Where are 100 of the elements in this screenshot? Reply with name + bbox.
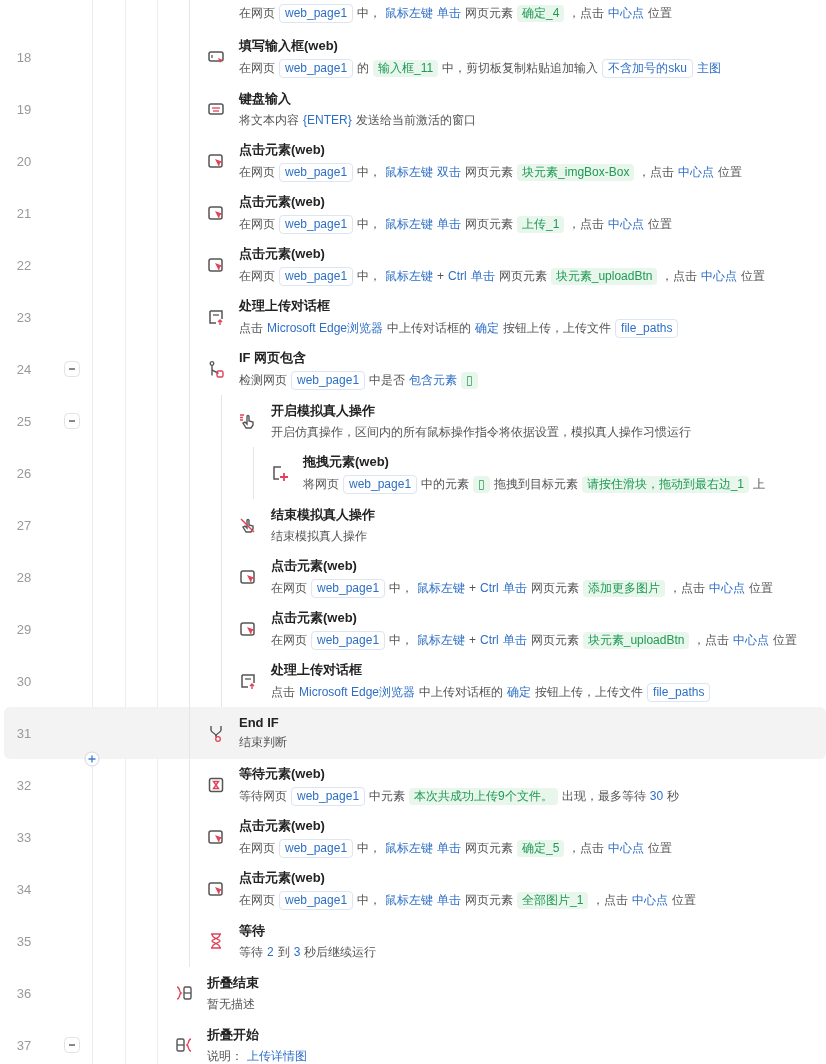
parameter-link[interactable]: 确定 xyxy=(475,319,500,337)
step-row[interactable]: 23 处理上传对话框 点击 Microsoft Edge浏览器 中上传对话框的 确定 按钮上传，上传文件 file_paths xyxy=(4,291,826,343)
parameter-link[interactable]: 鼠标左键 xyxy=(385,215,434,233)
step-row[interactable]: 33 点击元素(web) 在网页 web_page1 中， 鼠标左键 单击 网页元素 确定_5 ，点击 中心点 位置 xyxy=(4,811,826,863)
variable-tag[interactable]: web_page1 xyxy=(311,630,386,650)
step-row[interactable]: 24 IF 网页包含 检测网页 web_page1 中是否 包含元素 ▯ xyxy=(4,343,826,395)
parameter-link[interactable]: 单击 xyxy=(470,267,495,285)
element-tag[interactable]: 添加更多图片 xyxy=(582,579,665,597)
variable-tag[interactable]: web_page1 xyxy=(343,474,418,494)
step-row[interactable]: 31 End IF 结束判断 xyxy=(4,707,826,759)
parameter-link[interactable]: 单击 xyxy=(437,839,462,857)
parameter-link[interactable]: 双击 xyxy=(437,163,462,181)
variable-tag[interactable]: web_page1 xyxy=(311,578,386,598)
step-row[interactable]: 18 填写输入框(web) 在网页 web_page1 的 输入框_11 中，剪切板复制粘贴追加输入 不含加号的sku 主图 xyxy=(4,31,826,83)
step-row[interactable]: 32 等待元素(web) 等待网页 web_page1 中元素 本次共成功上传9个文件。 出现，最多等待 30 秒 xyxy=(4,759,826,811)
branch-icon xyxy=(207,360,225,378)
element-tag[interactable]: ▯ xyxy=(473,475,490,493)
step-row[interactable]: 36 折叠结束 暂无描述 xyxy=(4,967,826,1019)
variable-tag[interactable]: file_paths xyxy=(647,682,711,702)
parameter-link[interactable]: Ctrl xyxy=(480,581,499,595)
add-step-button[interactable] xyxy=(84,751,100,767)
parameter-link[interactable]: 单击 xyxy=(437,891,462,909)
variable-tag[interactable]: web_page1 xyxy=(291,786,366,806)
variable-tag[interactable]: web_page1 xyxy=(279,890,354,910)
step-row[interactable]: 34 点击元素(web) 在网页 web_page1 中， 鼠标左键 单击 网页元素 全部图片_1 ，点击 中心点 位置 xyxy=(4,863,826,915)
parameter-link[interactable]: 30 xyxy=(649,789,664,803)
variable-tag[interactable]: web_page1 xyxy=(279,214,354,234)
variable-tag[interactable]: file_paths xyxy=(615,318,679,338)
parameter-link[interactable]: 中心点 xyxy=(632,891,669,909)
parameter-link[interactable]: Microsoft Edge浏览器 xyxy=(299,683,416,701)
parameter-link[interactable]: 鼠标左键 xyxy=(385,839,434,857)
parameter-link[interactable]: 中心点 xyxy=(608,215,645,233)
parameter-link[interactable]: 中心点 xyxy=(701,267,738,285)
variable-tag[interactable]: web_page1 xyxy=(279,58,354,78)
variable-tag[interactable]: web_page1 xyxy=(291,370,366,390)
parameter-link[interactable]: 中心点 xyxy=(678,163,715,181)
collapse-button[interactable] xyxy=(64,1037,80,1053)
variable-tag[interactable]: 不含加号的sku xyxy=(602,58,693,78)
element-tag[interactable]: 确定_4 xyxy=(517,5,565,22)
description-text: 按钮上传，上传文件 xyxy=(503,319,612,337)
step-row[interactable]: 35 等待 等待 2 到 3 秒后继续运行 xyxy=(4,915,826,967)
parameter-link[interactable]: 单击 xyxy=(437,215,462,233)
parameter-link[interactable]: 中心点 xyxy=(733,631,770,649)
parameter-link[interactable]: 鼠标左键 xyxy=(385,163,434,181)
parameter-link[interactable]: 主图 xyxy=(696,59,721,77)
parameter-link[interactable]: {ENTER} xyxy=(303,113,352,127)
element-tag[interactable]: 块元素_uploadBtn xyxy=(550,267,658,285)
parameter-link[interactable]: Ctrl xyxy=(448,269,467,283)
parameter-link[interactable]: 鼠标左键 xyxy=(417,631,466,649)
step-row[interactable]: 37 折叠开始 说明： 上传详情图 xyxy=(4,1019,826,1064)
step-title: 点击元素(web) xyxy=(239,192,326,211)
element-tag[interactable]: 块元素_uploadBtn xyxy=(582,631,690,649)
parameter-link[interactable]: 包含元素 xyxy=(409,371,458,389)
step-row[interactable]: 19 键盘输入 将文本内容 {ENTER} 发送给当前激活的窗口 xyxy=(4,83,826,135)
step-title: 点击元素(web) xyxy=(271,556,358,575)
description-text: 秒 xyxy=(667,787,680,805)
parameter-link[interactable]: 鼠标左键 xyxy=(417,579,466,597)
parameter-link[interactable]: 中心点 xyxy=(608,5,645,22)
variable-tag[interactable]: web_page1 xyxy=(279,162,354,182)
variable-tag[interactable]: web_page1 xyxy=(279,4,354,23)
step-row[interactable]: 30 处理上传对话框 点击 Microsoft Edge浏览器 中上传对话框的 确定 按钮上传，上传文件 file_paths xyxy=(4,655,826,707)
description-text: 结束判断 xyxy=(239,734,287,751)
step-row[interactable]: 26 拖拽元素(web) 将网页 web_page1 中的元素 ▯ 拖拽到目标元素 请按住滑块，拖动到最右边_1 上 xyxy=(4,447,826,499)
parameter-link[interactable]: 鼠标左键 xyxy=(385,5,434,22)
element-tag[interactable]: 全部图片_1 xyxy=(517,891,589,909)
step-row[interactable]: 25 开启模拟真人操作 开启仿真操作，区间内的所有鼠标操作指令将依据设置，模拟真人操作习惯运行 xyxy=(4,395,826,447)
step-row[interactable]: 22 点击元素(web) 在网页 web_page1 中， 鼠标左键 + Ctrl 单击 网页元素 块元素_uploadBtn ，点击 中心点 位置 xyxy=(4,239,826,291)
step-row[interactable]: 27 结束模拟真人操作 结束模拟真人操作 xyxy=(4,499,826,551)
parameter-link[interactable]: 中心点 xyxy=(708,579,745,597)
parameter-link[interactable]: 鼠标左键 xyxy=(385,267,434,285)
element-tag[interactable]: 本次共成功上传9个文件。 xyxy=(409,787,558,805)
parameter-link[interactable]: 鼠标左键 xyxy=(385,891,434,909)
parameter-link[interactable]: 3 xyxy=(293,945,301,959)
element-tag[interactable]: 确定_5 xyxy=(517,839,565,857)
step-row[interactable]: 20 点击元素(web) 在网页 web_page1 中， 鼠标左键 双击 网页元素 块元素_imgBox-Box ，点击 中心点 位置 xyxy=(4,135,826,187)
collapse-button[interactable] xyxy=(64,361,80,377)
element-tag[interactable]: 输入框_11 xyxy=(373,59,439,77)
description-text: 拖拽到目标元素 xyxy=(493,475,578,493)
step-row[interactable]: 在网页 web_page1 中， 鼠标左键 单击 网页元素 确定_4 ，点击 中心点 位置 xyxy=(4,0,826,31)
parameter-link[interactable]: 上传详情图 xyxy=(247,1047,307,1064)
parameter-link[interactable]: Microsoft Edge浏览器 xyxy=(267,319,384,337)
element-tag[interactable]: 上传_1 xyxy=(517,215,565,233)
variable-tag[interactable]: web_page1 xyxy=(279,838,354,858)
step-row[interactable]: 28 点击元素(web) 在网页 web_page1 中， 鼠标左键 + Ctrl 单击 网页元素 添加更多图片 ，点击 中心点 位置 xyxy=(4,551,826,603)
variable-tag[interactable]: web_page1 xyxy=(279,266,354,286)
element-tag[interactable]: 块元素_imgBox-Box xyxy=(517,163,635,181)
element-tag[interactable]: ▯ xyxy=(461,371,478,389)
parameter-link[interactable]: 单击 xyxy=(437,5,462,22)
element-tag[interactable]: 请按住滑块，拖动到最右边_1 xyxy=(581,475,750,493)
parameter-link[interactable]: 中心点 xyxy=(608,839,645,857)
description-text: 位置 xyxy=(648,5,673,22)
parameter-link[interactable]: 单击 xyxy=(502,631,527,649)
parameter-link[interactable]: Ctrl xyxy=(480,633,499,647)
parameter-link[interactable]: 2 xyxy=(267,945,274,959)
step-row[interactable]: 29 点击元素(web) 在网页 web_page1 中， 鼠标左键 + Ctrl 单击 网页元素 块元素_uploadBtn ，点击 中心点 位置 xyxy=(4,603,826,655)
step-row[interactable]: 21 点击元素(web) 在网页 web_page1 中， 鼠标左键 单击 网页元素 上传_1 ，点击 中心点 位置 xyxy=(4,187,826,239)
collapse-button[interactable] xyxy=(64,413,80,429)
parameter-link[interactable]: 单击 xyxy=(502,579,527,597)
parameter-link[interactable]: 确定 xyxy=(507,683,532,701)
step-title: 拖拽元素(web) xyxy=(303,452,390,471)
